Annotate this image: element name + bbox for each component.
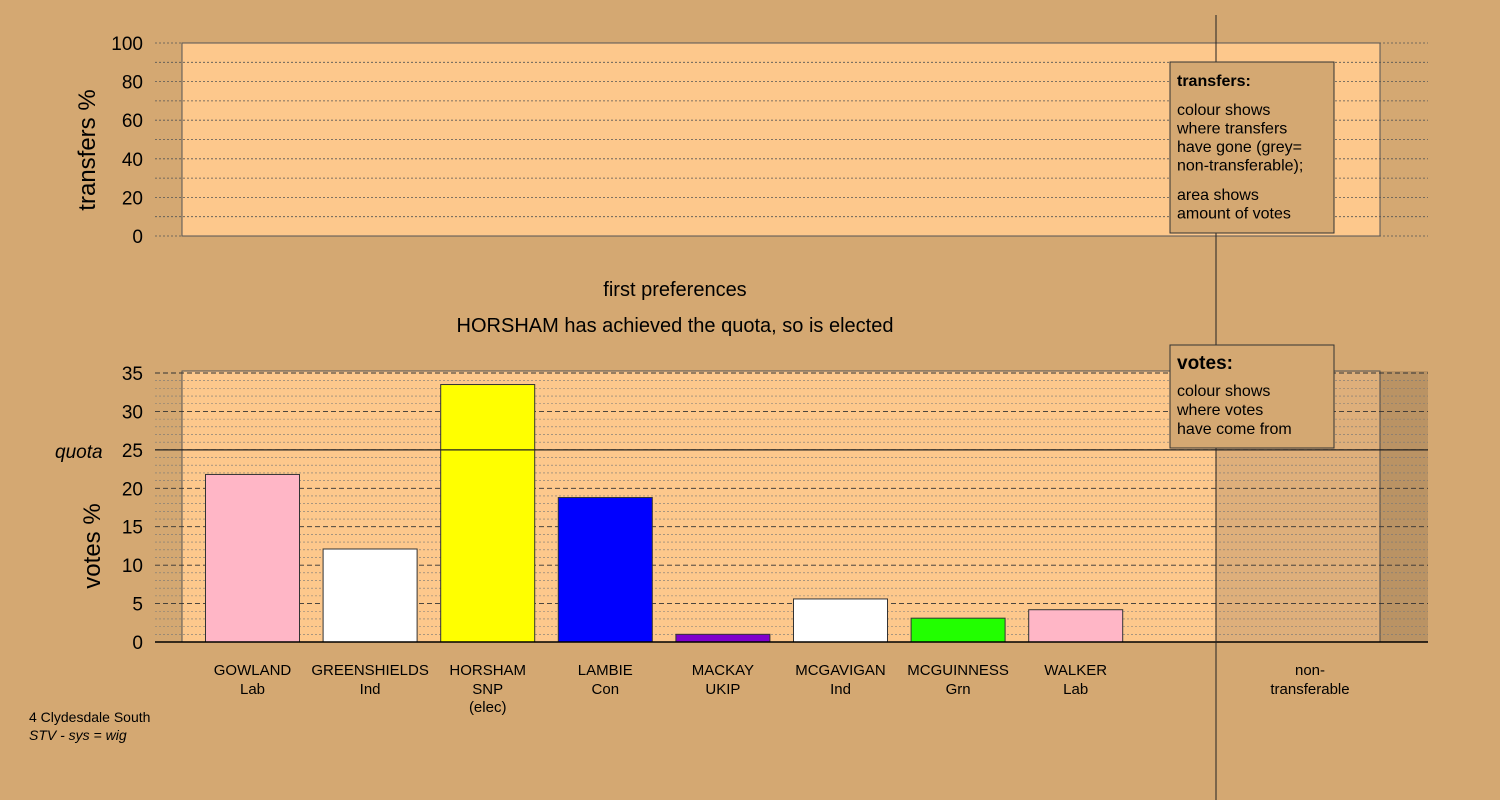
bar-mackay xyxy=(675,633,771,643)
votes-legend: votes: colour shows where votes have come … xyxy=(1169,344,1335,449)
candidate-name: LAMBIE xyxy=(578,662,633,679)
chart-title: first preferences xyxy=(603,279,746,301)
bar-gowland xyxy=(205,473,300,643)
chart-subtitle: HORSHAM has achieved the quota, so is el… xyxy=(457,315,894,337)
candidate-status: (elec) xyxy=(469,699,507,716)
candidate-party: SNP xyxy=(472,681,503,698)
transfers-tick-label: 0 xyxy=(132,227,143,248)
votes-legend-title: votes: xyxy=(1177,353,1233,374)
footer-system: STV - sys = wig xyxy=(29,727,127,743)
candidate-party: Lab xyxy=(1063,681,1088,698)
bar-greenshields xyxy=(322,548,418,643)
votes-tick-labels: 0 5 10 15 20 25 30 35 xyxy=(122,364,143,654)
votes-tick-label: 15 xyxy=(122,518,143,539)
candidate-party: UKIP xyxy=(705,681,740,698)
bar-walker xyxy=(1028,609,1124,643)
votes-tick-label: 5 xyxy=(132,595,143,616)
votes-tick-label: 35 xyxy=(122,364,143,385)
candidate-name: MCGAVIGAN xyxy=(795,662,886,679)
votes-axis-title: votes % xyxy=(79,503,106,588)
bar-mcgavigan xyxy=(793,598,888,643)
votes-tick-label: 30 xyxy=(122,402,143,423)
transfers-legend-line: where transfers xyxy=(1176,121,1287,138)
votes-tick-label: 20 xyxy=(122,479,143,500)
votes-tick-label: 25 xyxy=(122,441,143,462)
votes-legend-line: where votes xyxy=(1176,402,1263,419)
transfers-tick-label: 40 xyxy=(122,150,143,171)
bar-horsham xyxy=(440,384,536,643)
transfers-axis-title: transfers % xyxy=(74,89,101,210)
candidate-labels: GOWLAND Lab GREENSHIELDS Ind HORSHAM SNP(elec… xyxy=(214,662,1350,716)
candidate-party: Con xyxy=(592,681,620,698)
candidate-name: WALKER xyxy=(1044,662,1107,679)
candidate-name: HORSHAM xyxy=(449,662,526,679)
candidate-name: GOWLAND xyxy=(214,662,292,679)
candidate-party: Grn xyxy=(946,681,971,698)
votes-tick-label: 0 xyxy=(132,633,143,654)
stv-chart: 020406080100 transfers % first preferenc… xyxy=(29,15,1428,800)
transfers-tick-labels: 0 20 40 60 80 100 xyxy=(111,34,143,248)
transfers-tick-label: 80 xyxy=(122,73,143,94)
transfers-tick-label: 20 xyxy=(122,188,143,209)
candidate-name: MCGUINNESS xyxy=(907,662,1009,679)
footer-constituency: 4 Clydesdale South xyxy=(29,709,150,725)
candidate-party: Ind xyxy=(360,681,381,698)
nontransferable-label: non- xyxy=(1295,662,1325,679)
candidate-party: Lab xyxy=(240,681,265,698)
transfers-legend: transfers: colour shows where transfersha… xyxy=(1169,61,1335,234)
candidate-party: Ind xyxy=(830,681,851,698)
transfers-legend-title: transfers: xyxy=(1177,73,1251,90)
votes-legend-line: have come from xyxy=(1177,421,1292,438)
bar-mcguinness xyxy=(910,617,1006,643)
votes-tick-label: 10 xyxy=(122,556,143,577)
candidate-name: GREENSHIELDS xyxy=(311,662,429,679)
candidate-name: MACKAY xyxy=(692,662,754,679)
nontransferable-label: transferable xyxy=(1270,681,1349,698)
bar-lambie xyxy=(557,497,653,643)
transfers-legend-line: non-transferable); xyxy=(1177,158,1303,175)
transfers-legend-line: amount of votes xyxy=(1177,206,1291,223)
votes-legend-line: colour shows xyxy=(1177,383,1270,400)
transfers-tick-label: 100 xyxy=(111,34,143,55)
transfers-legend-line: colour shows xyxy=(1177,102,1270,119)
transfers-legend-line: have gone (grey= xyxy=(1177,139,1302,156)
transfers-legend-line: area shows xyxy=(1177,187,1259,204)
quota-label: quota xyxy=(55,442,103,463)
transfers-tick-label: 60 xyxy=(122,111,143,132)
